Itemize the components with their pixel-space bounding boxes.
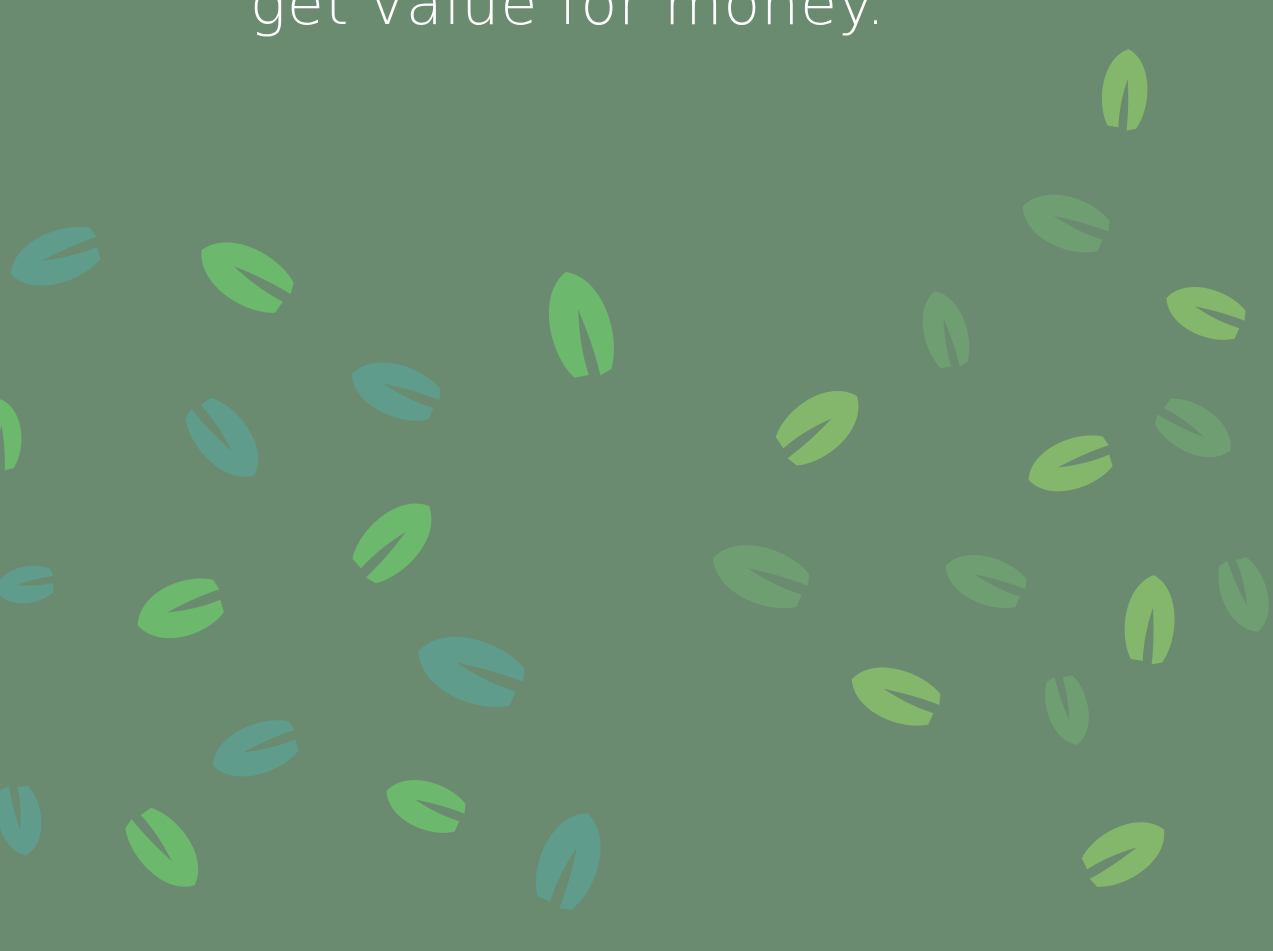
leaf-icon [201, 242, 294, 313]
leaf-icon [0, 399, 22, 471]
leaf-icon [1101, 49, 1148, 131]
leaf-icon [1022, 194, 1110, 253]
leaf-icon [1124, 575, 1175, 665]
leaf-icon [386, 780, 466, 833]
leaf-icon [10, 226, 101, 286]
leaf-icon [1218, 557, 1269, 632]
leaf-icon [535, 813, 601, 910]
leaf-icon [185, 397, 259, 477]
leaf-icon [1166, 287, 1246, 340]
leaf-icon [713, 545, 810, 609]
leaf-icon [351, 362, 441, 421]
leaf-icon [1045, 675, 1089, 745]
leaf-icon [418, 636, 525, 707]
leaf-icon [352, 503, 432, 584]
leaf-icon [548, 271, 615, 378]
leaf-icon [945, 554, 1027, 608]
leaf-pattern [0, 49, 1269, 910]
leaf-icon [0, 565, 54, 604]
leaf-icon [1028, 435, 1113, 492]
leaf-icon [125, 807, 199, 887]
leaf-icon [851, 667, 941, 726]
leaf-icon [775, 391, 859, 466]
leaf-icon [1081, 822, 1164, 887]
banner: get value for money. [0, 0, 1273, 951]
leaf-icon [1154, 398, 1231, 458]
leaf-icon [137, 578, 224, 639]
leaf-icon [922, 291, 970, 369]
leaf-icon [0, 785, 42, 856]
leaf-icon [212, 720, 299, 777]
